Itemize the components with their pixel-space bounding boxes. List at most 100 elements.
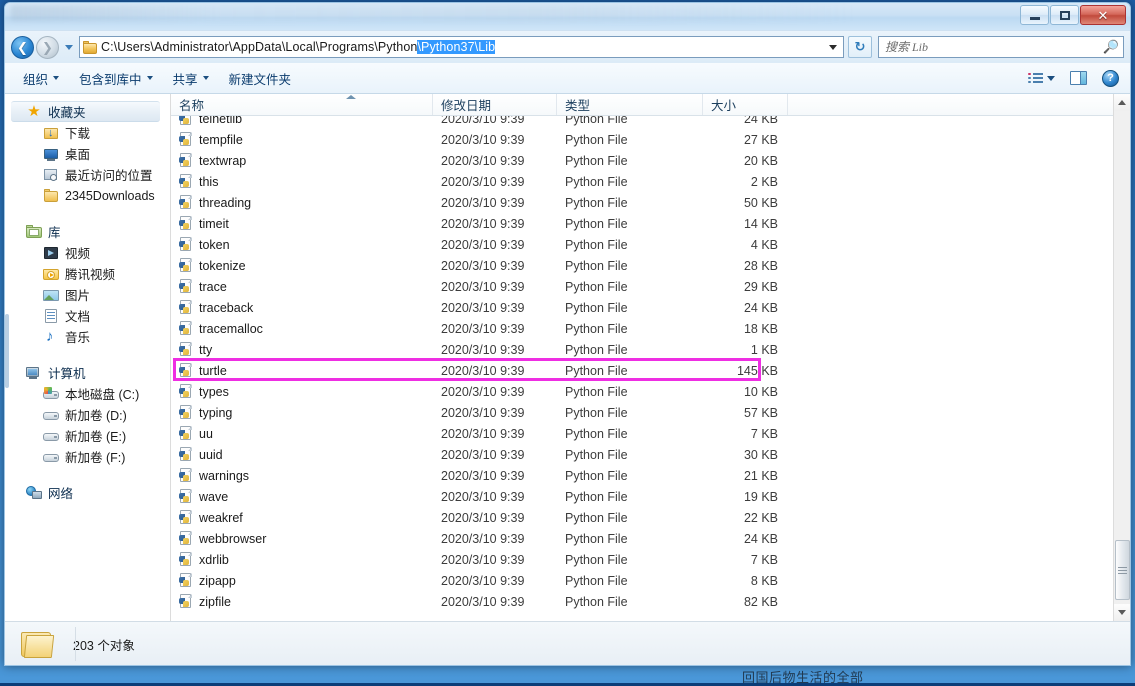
include-in-library-button[interactable]: 包含到库中: [69, 64, 163, 93]
table-row[interactable]: zipapp 2020/3/10 9:39 Python File 8 KB: [171, 570, 1113, 591]
table-row[interactable]: weakref 2020/3/10 9:39 Python File 22 KB: [171, 507, 1113, 528]
python-file-icon: [179, 552, 193, 567]
file-type-cell: Python File: [565, 552, 628, 567]
file-size-cell: 1 KB: [750, 342, 778, 357]
sidebar-item-music[interactable]: ♪ 音乐: [5, 326, 170, 347]
sidebar-item-recent-places[interactable]: 最近访问的位置: [5, 164, 170, 185]
file-name-cell: timeit: [171, 216, 433, 231]
column-header-type[interactable]: 类型: [557, 94, 703, 115]
file-name-cell: token: [171, 237, 433, 252]
file-name-text: trace: [199, 279, 227, 294]
sidebar-item-2345downloads[interactable]: 2345Downloads: [5, 185, 170, 206]
scrollbar-grip-icon: [1117, 565, 1127, 576]
file-size-cell: 21 KB: [743, 468, 778, 483]
table-row[interactable]: typing 2020/3/10 9:39 Python File 57 KB: [171, 402, 1113, 423]
sidebar-item-computer[interactable]: 计算机: [5, 362, 170, 383]
scroll-down-button[interactable]: [1113, 604, 1130, 621]
preview-pane-button[interactable]: [1067, 69, 1090, 87]
file-name-cell: tempfile: [171, 132, 433, 147]
sidebar-scroll-indicator[interactable]: [5, 314, 9, 388]
file-size-cell: 145 KB: [736, 363, 778, 378]
sidebar-item-downloads[interactable]: ↓ 下载: [5, 122, 170, 143]
maximize-button[interactable]: [1050, 5, 1079, 25]
python-file-icon: [179, 174, 193, 189]
table-row[interactable]: types 2020/3/10 9:39 Python File 10 KB: [171, 381, 1113, 402]
table-row[interactable]: token 2020/3/10 9:39 Python File 4 KB: [171, 234, 1113, 255]
sidebar-item-drive-e[interactable]: 新加卷 (E:): [5, 425, 170, 446]
nav-group-libraries: 库 视频 腾讯视频 图片 文档 ♪ 音乐: [5, 221, 170, 347]
title-bar[interactable]: ✕: [5, 3, 1130, 31]
minimize-button[interactable]: [1020, 5, 1049, 25]
organize-button[interactable]: 组织: [13, 64, 69, 93]
file-name-text: turtle: [199, 363, 227, 378]
sidebar-item-drive-c[interactable]: 本地磁盘 (C:): [5, 383, 170, 404]
table-row[interactable]: xdrlib 2020/3/10 9:39 Python File 7 KB: [171, 549, 1113, 570]
sidebar-item-tencent-video[interactable]: 腾讯视频: [5, 263, 170, 284]
column-header-name[interactable]: 名称: [171, 94, 433, 115]
new-folder-button[interactable]: 新建文件夹: [219, 64, 302, 93]
nav-group-network: 网络: [5, 482, 170, 503]
file-type-cell: Python File: [565, 132, 628, 147]
sidebar-item-libraries[interactable]: 库: [5, 221, 170, 242]
table-row[interactable]: timeit 2020/3/10 9:39 Python File 14 KB: [171, 213, 1113, 234]
file-date-cell: 2020/3/10 9:39: [441, 489, 525, 504]
change-view-button[interactable]: [1025, 70, 1058, 87]
sidebar-item-pictures[interactable]: 图片: [5, 284, 170, 305]
table-row[interactable]: zipfile 2020/3/10 9:39 Python File 82 KB: [171, 591, 1113, 612]
vertical-scrollbar[interactable]: [1113, 94, 1130, 621]
new-folder-label: 新建文件夹: [228, 72, 292, 87]
table-row[interactable]: tty 2020/3/10 9:39 Python File 1 KB: [171, 339, 1113, 360]
table-row[interactable]: tokenize 2020/3/10 9:39 Python File 28 KB: [171, 255, 1113, 276]
sidebar-item-favorites[interactable]: ★ 收藏夹: [11, 101, 160, 122]
file-name-cell: wave: [171, 489, 433, 504]
file-type-cell: Python File: [565, 279, 628, 294]
sidebar-item-documents[interactable]: 文档: [5, 305, 170, 326]
back-button[interactable]: ❮: [11, 35, 34, 59]
share-button[interactable]: 共享: [163, 64, 219, 93]
scrollbar-track[interactable]: [1113, 111, 1130, 604]
help-button[interactable]: ?: [1099, 68, 1122, 89]
file-list-scroll-area[interactable]: telnetlib 2020/3/10 9:39 Python File 24 KB t…: [171, 116, 1113, 621]
pictures-icon: [43, 287, 59, 303]
column-header-row: 名称 修改日期 类型 大小: [171, 94, 1113, 116]
column-header-size[interactable]: 大小: [703, 94, 788, 115]
column-header-blank[interactable]: [788, 94, 1113, 115]
address-bar[interactable]: C:\Users\Administrator\AppData\Local\Pro…: [79, 36, 844, 58]
file-name-text: tempfile: [199, 132, 243, 147]
sidebar-item-network[interactable]: 网络: [5, 482, 170, 503]
table-row[interactable]: turtle 2020/3/10 9:39 Python File 145 KB: [171, 360, 1113, 381]
table-row[interactable]: telnetlib 2020/3/10 9:39 Python File 24 KB: [171, 116, 1113, 129]
search-input[interactable]: [885, 39, 1103, 55]
sidebar-item-drive-f[interactable]: 新加卷 (F:): [5, 446, 170, 467]
scrollbar-thumb[interactable]: [1114, 540, 1130, 600]
table-row[interactable]: tracemalloc 2020/3/10 9:39 Python File 18 K…: [171, 318, 1113, 339]
scroll-up-button[interactable]: [1113, 94, 1130, 111]
table-row[interactable]: textwrap 2020/3/10 9:39 Python File 20 KB: [171, 150, 1113, 171]
table-row[interactable]: trace 2020/3/10 9:39 Python File 29 KB: [171, 276, 1113, 297]
table-row[interactable]: wave 2020/3/10 9:39 Python File 19 KB: [171, 486, 1113, 507]
refresh-button[interactable]: ↻: [848, 36, 872, 58]
table-row[interactable]: traceback 2020/3/10 9:39 Python File 24 KB: [171, 297, 1113, 318]
file-date-cell: 2020/3/10 9:39: [441, 447, 525, 462]
recent-locations-button[interactable]: [61, 36, 77, 58]
column-header-date[interactable]: 修改日期: [433, 94, 557, 115]
forward-button[interactable]: ❯: [36, 35, 59, 59]
table-row[interactable]: this 2020/3/10 9:39 Python File 2 KB: [171, 171, 1113, 192]
table-row[interactable]: uuid 2020/3/10 9:39 Python File 30 KB: [171, 444, 1113, 465]
file-name-cell: types: [171, 384, 433, 399]
table-row[interactable]: webbrowser 2020/3/10 9:39 Python File 24 KB: [171, 528, 1113, 549]
table-row[interactable]: uu 2020/3/10 9:39 Python File 7 KB: [171, 423, 1113, 444]
sidebar-item-desktop[interactable]: 桌面: [5, 143, 170, 164]
table-row[interactable]: tempfile 2020/3/10 9:39 Python File 27 KB: [171, 129, 1113, 150]
table-row[interactable]: threading 2020/3/10 9:39 Python File 50 KB: [171, 192, 1113, 213]
sidebar-item-videos[interactable]: 视频: [5, 242, 170, 263]
address-dropdown-button[interactable]: [825, 37, 841, 57]
sidebar-item-drive-d[interactable]: 新加卷 (D:): [5, 404, 170, 425]
python-file-icon: [179, 531, 193, 546]
star-icon: ★: [27, 102, 41, 120]
table-row[interactable]: warnings 2020/3/10 9:39 Python File 21 KB: [171, 465, 1113, 486]
folder-icon: [43, 188, 59, 204]
close-button[interactable]: ✕: [1080, 5, 1126, 25]
python-file-icon: [179, 447, 193, 462]
search-box[interactable]: 🔍: [878, 36, 1124, 58]
